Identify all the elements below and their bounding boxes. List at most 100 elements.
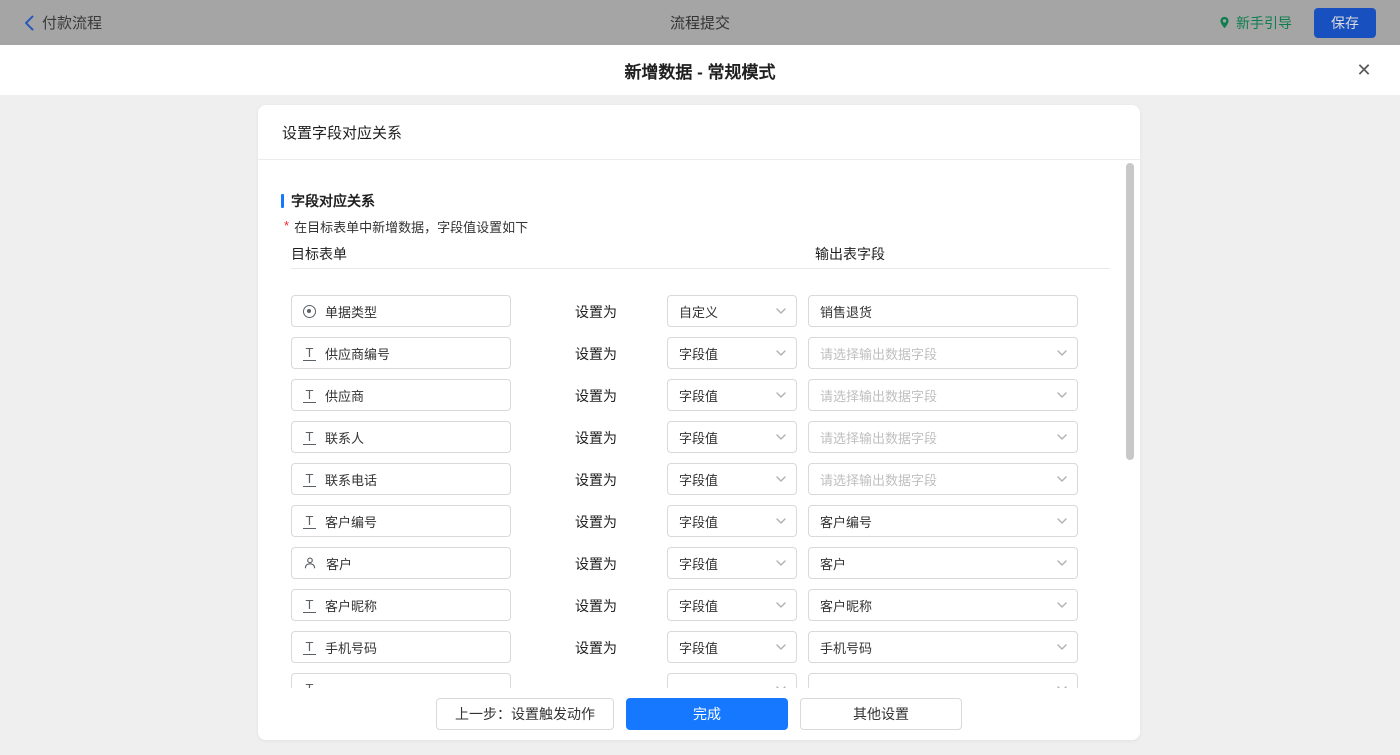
mode-select[interactable]: 字段值 [667, 631, 797, 663]
field-mapping-row: T 联系人 设置为 字段值 请选择输出数据字段 [258, 416, 1140, 458]
field-mapping-row: T 供应商编号 设置为 字段值 请选择输出数据字段 [258, 332, 1140, 374]
output-field-select[interactable]: 客户昵称 [808, 589, 1078, 621]
output-field-select[interactable]: 客户编号 [808, 505, 1078, 537]
mode-select[interactable]: 字段值 [667, 505, 797, 537]
mode-select[interactable] [667, 673, 797, 688]
output-field-select[interactable] [808, 673, 1078, 688]
target-field[interactable]: T 联系电话 [291, 463, 511, 495]
card-header-title: 设置字段对应关系 [282, 124, 403, 142]
mode-select[interactable]: 自定义 [667, 295, 797, 327]
chevron-down-icon [776, 434, 786, 440]
chevron-down-icon [1057, 434, 1067, 440]
mode-select[interactable]: 字段值 [667, 547, 797, 579]
section-note: * 在目标表单中新增数据，字段值设置如下 [284, 217, 528, 236]
output-field-select[interactable]: 请选择输出数据字段 [808, 379, 1078, 411]
scrollbar-thumb[interactable] [1126, 163, 1134, 460]
chevron-down-icon [776, 602, 786, 608]
column-headers: 目标表单 输出表字段 [258, 244, 1140, 264]
target-field-label: 手机号码 [325, 640, 378, 656]
output-field-select[interactable]: 请选择输出数据字段 [808, 463, 1078, 495]
target-field-label: 联系人 [325, 430, 365, 446]
section-title: 字段对应关系 [281, 191, 375, 211]
newbie-guide-link[interactable]: 新手引导 [1218, 13, 1292, 33]
user-icon [304, 557, 316, 569]
set-as-label: 设置为 [575, 430, 617, 446]
target-field[interactable]: 客户 [291, 547, 511, 579]
close-icon[interactable]: ✕ [1352, 58, 1376, 82]
target-field-label: 客户编号 [325, 514, 378, 530]
top-bar: 付款流程 流程提交 新手引导 保存 [0, 0, 1400, 45]
chevron-down-icon [1057, 350, 1067, 356]
section-title-text: 字段对应关系 [291, 193, 375, 209]
set-as-label: 设置为 [575, 640, 617, 656]
text-icon: T [303, 388, 316, 403]
section-accent-bar [281, 194, 284, 208]
chevron-down-icon [776, 560, 786, 566]
guide-label: 新手引导 [1236, 14, 1292, 31]
set-as-label: 设置为 [575, 514, 617, 530]
output-field-select[interactable]: 客户 [808, 547, 1078, 579]
modal-body: 设置字段对应关系 字段对应关系 * 在目标表单中新增数据，字段值设置如下 目标表… [0, 95, 1400, 755]
save-button[interactable]: 保存 [1314, 7, 1376, 38]
target-field-label: 供应商编号 [325, 346, 391, 362]
text-icon: T [303, 640, 316, 655]
chevron-down-icon [1057, 476, 1067, 482]
chevron-down-icon [776, 476, 786, 482]
card-header: 设置字段对应关系 [258, 105, 1140, 160]
field-mapping-row: 客户 设置为 字段值 客户 [258, 542, 1140, 584]
chevron-down-icon [776, 518, 786, 524]
modal-header: 新增数据 - 常规模式 ✕ [0, 45, 1400, 95]
target-field[interactable]: T 联系人 [291, 421, 511, 453]
column-divider [291, 268, 1110, 269]
chevron-down-icon [1057, 602, 1067, 608]
text-icon: T [303, 598, 316, 613]
field-mapping-row: T 客户昵称 设置为 字段值 客户昵称 [258, 584, 1140, 626]
target-field[interactable]: T 客户昵称 [291, 589, 511, 621]
chevron-down-icon [776, 392, 786, 398]
target-field[interactable]: T 供应商 [291, 379, 511, 411]
set-as-label: 设置为 [575, 598, 617, 614]
text-icon: T [303, 472, 316, 487]
field-mapping-card: 设置字段对应关系 字段对应关系 * 在目标表单中新增数据，字段值设置如下 目标表… [258, 105, 1140, 740]
text-icon: T [303, 514, 316, 529]
target-field-label: 客户昵称 [325, 598, 378, 614]
target-field[interactable]: T 客户编号 [291, 505, 511, 537]
rows: 单据类型 设置为 自定义 销售退货 T 供应商编号 设置为 字段值 请选择输出数据字段 T 供应商设… [258, 290, 1140, 688]
output-value-input[interactable]: 销售退货 [808, 295, 1078, 327]
target-field-label: 供应商 [325, 388, 365, 404]
target-field[interactable]: 单据类型 [291, 295, 511, 327]
text-icon: T [303, 346, 316, 361]
output-field-select[interactable]: 手机号码 [808, 631, 1078, 663]
prev-step-button[interactable]: 上一步：设置触发动作 [436, 698, 614, 730]
field-mapping-row: T 手机号码 设置为 字段值 手机号码 [258, 626, 1140, 668]
other-settings-button[interactable]: 其他设置 [800, 698, 962, 730]
field-mapping-row: T 客户编号 设置为 字段值 客户编号 [258, 500, 1140, 542]
target-field[interactable]: T [291, 673, 511, 688]
mode-select[interactable]: 字段值 [667, 337, 797, 369]
set-as-label: 设置为 [575, 472, 617, 488]
chevron-down-icon [1057, 392, 1067, 398]
chevron-down-icon [776, 308, 786, 314]
column-target-form: 目标表单 [291, 246, 347, 262]
chevron-down-icon [1057, 560, 1067, 566]
set-as-label: 设置为 [575, 304, 617, 320]
mode-select[interactable]: 字段值 [667, 379, 797, 411]
target-field-label: 联系电话 [325, 472, 378, 488]
target-field[interactable]: T 手机号码 [291, 631, 511, 663]
radio-icon [303, 304, 316, 318]
field-mapping-row: 单据类型 设置为 自定义 销售退货 [258, 290, 1140, 332]
output-field-select[interactable]: 请选择输出数据字段 [808, 337, 1078, 369]
output-field-select[interactable]: 请选择输出数据字段 [808, 421, 1078, 453]
target-field-label: 单据类型 [325, 304, 378, 320]
field-mapping-row: T 联系电话 设置为 字段值 请选择输出数据字段 [258, 458, 1140, 500]
target-field[interactable]: T 供应商编号 [291, 337, 511, 369]
set-as-label: 设置为 [575, 388, 617, 404]
text-icon: T [303, 430, 316, 445]
mode-select[interactable]: 字段值 [667, 463, 797, 495]
column-output-field: 输出表字段 [815, 246, 885, 262]
mode-select[interactable]: 字段值 [667, 589, 797, 621]
done-button[interactable]: 完成 [626, 698, 788, 730]
modal-title: 新增数据 - 常规模式 [624, 62, 776, 82]
mode-select[interactable]: 字段值 [667, 421, 797, 453]
chevron-down-icon [776, 644, 786, 650]
